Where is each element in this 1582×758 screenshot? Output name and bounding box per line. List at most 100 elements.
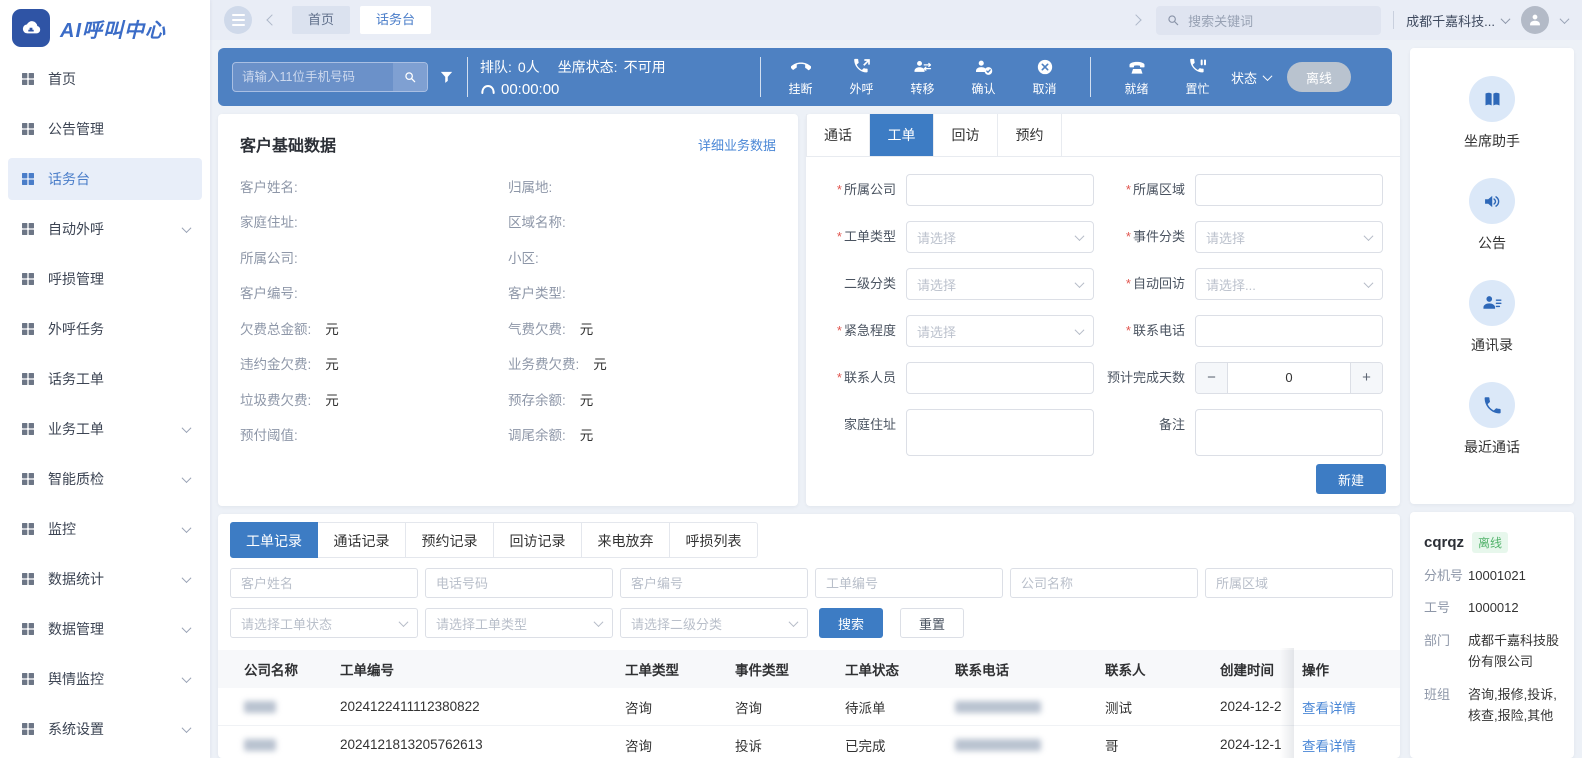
agent-assist-book-icon bbox=[1485, 92, 1499, 105]
ticket-field-label: 备注 bbox=[1097, 409, 1195, 456]
global-search-input[interactable]: 搜索关键词 bbox=[1156, 5, 1382, 35]
sidebar-item-7[interactable]: 话务工单 bbox=[8, 358, 202, 400]
sidebar-item-11[interactable]: 数据统计 bbox=[8, 558, 202, 600]
ticket-select-自动回访[interactable]: 请选择... bbox=[1195, 268, 1383, 300]
ticket-textarea-家庭住址[interactable] bbox=[906, 409, 1094, 456]
records-tab-通话记录[interactable]: 通话记录 bbox=[318, 522, 406, 558]
ticket-field-label-text: 预计完成天数 bbox=[1106, 370, 1185, 385]
customer-field: 垃圾费欠费: 元 bbox=[240, 389, 508, 409]
user-menu-chevron-icon[interactable] bbox=[1559, 11, 1570, 29]
sidebar-item-6[interactable]: 外呼任务 bbox=[8, 308, 202, 350]
ticket-select-工单类型[interactable]: 请选择 bbox=[906, 221, 1094, 253]
records-table-header: 公司名称 工单编号 工单类型 事件类型 工单状态 联系电话 联系人 创建时间 操作 bbox=[218, 650, 1400, 688]
sidebar-item-8[interactable]: 业务工单 bbox=[8, 408, 202, 450]
records-tab-工单记录[interactable]: 工单记录 bbox=[230, 522, 318, 558]
ticket-form-row: * 联系人员 预计完成天数 − 0 + bbox=[808, 362, 1386, 394]
records-search-button[interactable]: 搜索 bbox=[819, 608, 883, 638]
agent-info-row: 工号 1000012 bbox=[1424, 597, 1560, 618]
ticket-field-label: 预计完成天数 bbox=[1097, 362, 1195, 394]
customer-field-value: 元 bbox=[579, 428, 594, 444]
callbar-button-label: 确认 bbox=[971, 82, 996, 96]
callbar-button-取消[interactable]: 取消 bbox=[1017, 57, 1072, 97]
sidebar-item-13[interactable]: 舆情监控 bbox=[8, 658, 202, 700]
ticket-select-紧急程度[interactable]: 请选择 bbox=[906, 315, 1094, 347]
ticket-field-label-text: 联系人员 bbox=[843, 370, 896, 385]
callbar-button-置忙[interactable]: 置忙 bbox=[1170, 57, 1225, 97]
records-filter-select-3[interactable]: 请选择二级分类 bbox=[620, 608, 808, 638]
rail-item-坐席助手[interactable]: 坐席助手 bbox=[1464, 76, 1520, 151]
detailed-business-data-link[interactable]: 详细业务数据 bbox=[698, 135, 776, 154]
records-tab-预约记录[interactable]: 预约记录 bbox=[406, 522, 494, 558]
create-ticket-button[interactable]: 新建 bbox=[1316, 464, 1386, 494]
records-tab-来电放弃[interactable]: 来电放弃 bbox=[582, 522, 670, 558]
sidebar-item-1[interactable]: 首页 bbox=[8, 58, 202, 100]
records-tab-回访记录[interactable]: 回访记录 bbox=[494, 522, 582, 558]
ticket-field-label-text: 所属公司 bbox=[843, 182, 896, 197]
required-asterisk: * bbox=[836, 182, 842, 197]
ticket-tab-预约[interactable]: 预约 bbox=[998, 114, 1062, 156]
dial-number-input[interactable] bbox=[233, 63, 393, 91]
top-tab-2[interactable]: 话务台 bbox=[360, 6, 432, 34]
callbar-button-就绪[interactable]: 就绪 bbox=[1109, 57, 1164, 97]
sidebar-item-14[interactable]: 系统设置 bbox=[8, 708, 202, 750]
sidebar-item-label: 智能质检 bbox=[48, 471, 104, 487]
tabs-scroll-left-icon[interactable] bbox=[264, 11, 280, 29]
records-filter-select-1[interactable]: 请选择工单状态 bbox=[230, 608, 418, 638]
handset-icon bbox=[481, 84, 495, 94]
chevron-down-icon bbox=[181, 222, 192, 233]
records-reset-button[interactable]: 重置 bbox=[900, 608, 964, 638]
ticket-form-row: 家庭住址 备注 bbox=[808, 409, 1386, 456]
sidebar-item-label: 业务工单 bbox=[48, 421, 104, 437]
records-filter-input-1[interactable] bbox=[230, 568, 418, 598]
ticket-input-所属区域[interactable] bbox=[1195, 174, 1383, 206]
ticket-select-二级分类[interactable]: 请选择 bbox=[906, 268, 1094, 300]
required-asterisk: * bbox=[1125, 182, 1131, 197]
callbar-button-外呼[interactable]: 外呼 bbox=[834, 57, 889, 97]
tenant-switcher[interactable]: 成都千嘉科技... bbox=[1406, 11, 1511, 30]
agent-status-dropdown[interactable]: 状态 bbox=[1231, 68, 1273, 87]
ticket-tab-工单[interactable]: 工单 bbox=[870, 114, 934, 156]
records-tab-呼损列表[interactable]: 呼损列表 bbox=[670, 522, 758, 558]
ticket-input-所属公司[interactable] bbox=[906, 174, 1094, 206]
sidebar-item-4[interactable]: 自动外呼 bbox=[8, 208, 202, 250]
ticket-input-联系人员[interactable] bbox=[906, 362, 1094, 394]
callbar-button-label: 就绪 bbox=[1124, 82, 1149, 96]
view-details-link[interactable]: 查看详情 bbox=[1302, 739, 1356, 754]
records-filter-input-4[interactable] bbox=[815, 568, 1003, 598]
user-avatar[interactable] bbox=[1521, 6, 1549, 34]
view-details-link[interactable]: 查看详情 bbox=[1302, 701, 1356, 716]
ticket-field-label: 家庭住址 bbox=[808, 409, 906, 456]
ticket-textarea-备注[interactable] bbox=[1195, 409, 1383, 456]
ticket-select-事件分类[interactable]: 请选择 bbox=[1195, 221, 1383, 253]
rail-item-通讯录[interactable]: 通讯录 bbox=[1469, 280, 1515, 355]
sidebar-item-10[interactable]: 监控 bbox=[8, 508, 202, 550]
sidebar-item-3[interactable]: 话务台 bbox=[8, 158, 202, 200]
rail-item-公告[interactable]: 公告 bbox=[1469, 178, 1515, 253]
tabs-scroll-right-icon[interactable] bbox=[1128, 11, 1144, 29]
records-filter-input-2[interactable] bbox=[425, 568, 613, 598]
rail-item-最近通话[interactable]: 最近通话 bbox=[1464, 382, 1520, 457]
dial-search-button[interactable] bbox=[393, 63, 427, 91]
table-header-cell: 工单编号 bbox=[340, 663, 394, 678]
callbar-button-确认[interactable]: 确认 bbox=[956, 57, 1011, 97]
callbar-button-转移[interactable]: 转移 bbox=[895, 57, 950, 97]
records-filter-select-2[interactable]: 请选择工单类型 bbox=[425, 608, 613, 638]
filter-funnel-icon[interactable] bbox=[438, 69, 455, 86]
ticket-input-联系电话[interactable] bbox=[1195, 315, 1383, 347]
sidebar-item-12[interactable]: 数据管理 bbox=[8, 608, 202, 650]
offline-status-button[interactable]: 离线 bbox=[1287, 62, 1352, 92]
stepper-minus-button[interactable]: − bbox=[1196, 363, 1228, 393]
ticket-tab-通话[interactable]: 通话 bbox=[806, 114, 870, 156]
ticket-tab-回访[interactable]: 回访 bbox=[934, 114, 998, 156]
sidebar-item-5[interactable]: 呼损管理 bbox=[8, 258, 202, 300]
callbar-button-挂断[interactable]: 挂断 bbox=[773, 57, 828, 97]
sidebar-item-2[interactable]: 公告管理 bbox=[8, 108, 202, 150]
stepper-plus-button[interactable]: + bbox=[1350, 363, 1382, 393]
records-filter-input-5[interactable] bbox=[1010, 568, 1198, 598]
records-filter-input-3[interactable] bbox=[620, 568, 808, 598]
hamburger-menu-icon[interactable] bbox=[224, 6, 252, 34]
records-filter-input-6[interactable] bbox=[1205, 568, 1393, 598]
sidebar-item-9[interactable]: 智能质检 bbox=[8, 458, 202, 500]
top-tab-1[interactable]: 首页 bbox=[292, 6, 351, 34]
grid-apps-icon bbox=[22, 223, 34, 235]
